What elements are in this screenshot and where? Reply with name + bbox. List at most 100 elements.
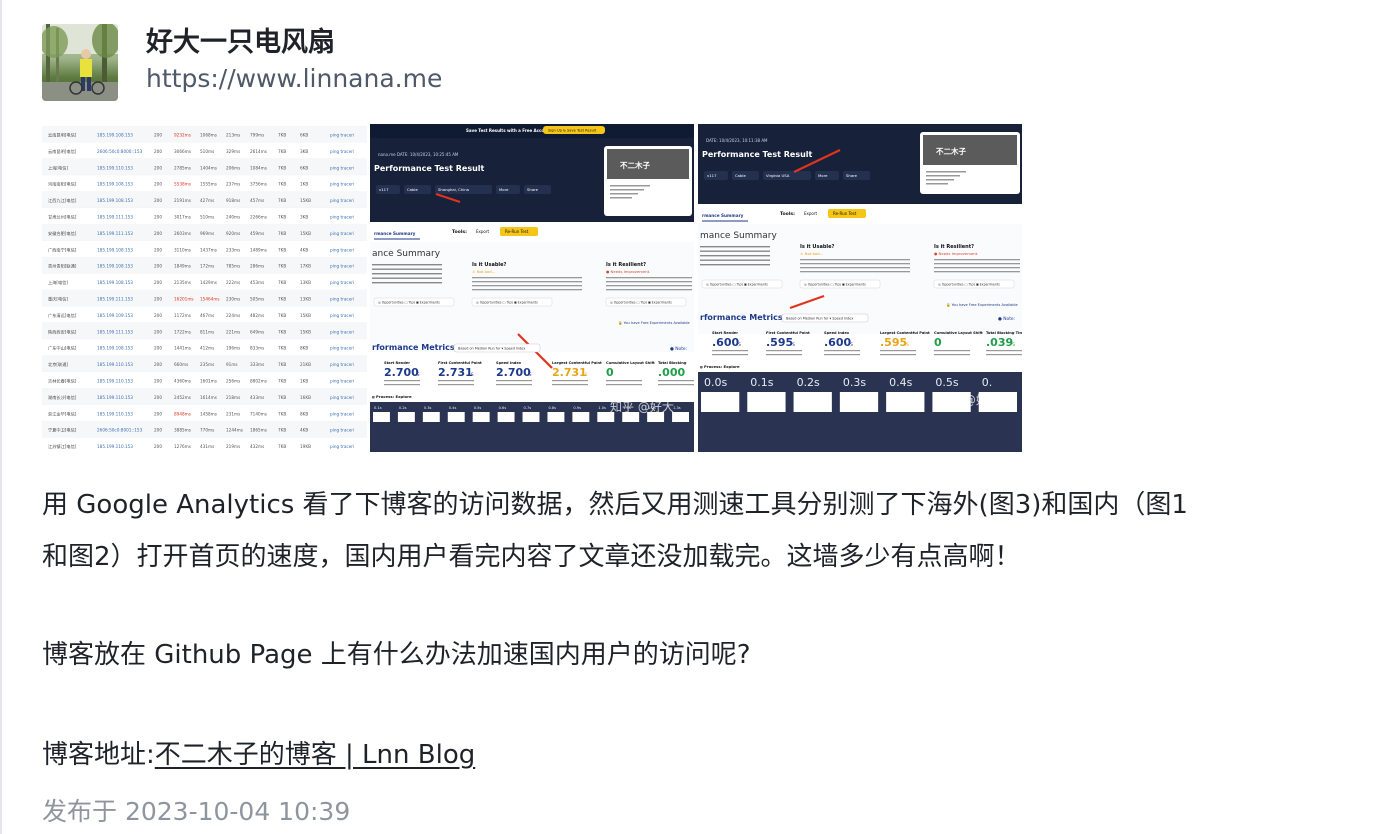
note-label: ● Note: xyxy=(670,346,687,352)
resilient-tag: ● Needs Improvement. xyxy=(934,251,978,256)
table-cell: 7KB xyxy=(278,215,286,220)
metric-desc-line xyxy=(712,354,748,356)
table-cell: 200 xyxy=(154,362,162,367)
blog-link[interactable]: 不二木子的博客 | Lnn Blog xyxy=(155,740,475,770)
table-cell: 江苏镇江[电信] xyxy=(48,443,77,450)
filmstrip-time: 0.3s xyxy=(843,376,866,389)
table-cell: 833ms xyxy=(250,346,264,351)
usable-line xyxy=(472,289,582,291)
rerun-button-label: Re-Run Test xyxy=(505,229,529,234)
table-cell: 482ms xyxy=(250,313,264,318)
test-chip-label: Shanghai, China xyxy=(438,187,469,192)
resilient-title: Is it Resilient? xyxy=(934,244,974,250)
metric-desc-line xyxy=(880,354,916,356)
table-cell: ping traceri xyxy=(330,149,354,154)
free-experiments: 🔒 You have Free Experiments Available xyxy=(618,320,691,325)
metric-desc-line xyxy=(658,380,694,382)
metric-desc-line xyxy=(712,350,748,352)
post-text-question: 博客放在 Github Page 上有什么办法加速国内用户的访问呢? xyxy=(42,640,751,670)
page-preview-title: 不二木子 xyxy=(936,146,966,156)
table-cell: 510ms xyxy=(200,149,214,154)
table-cell: ping traceri xyxy=(330,428,354,433)
table-cell: 7140ms xyxy=(250,411,267,416)
table-cell: 240ms xyxy=(226,215,240,220)
post-image-3[interactable]: DATE: 10/4/2023, 10:11:38 AM Performance … xyxy=(698,124,1022,452)
author-name[interactable]: 好大一只电风扇 xyxy=(146,20,335,59)
author-url[interactable]: https://www.linnana.me xyxy=(146,64,442,93)
metric-unit: S xyxy=(585,372,588,377)
table-cell: 200 xyxy=(154,264,162,269)
table-cell: 7KB xyxy=(278,133,286,138)
table-cell: 4KB xyxy=(300,247,308,252)
table-cell: 649ms xyxy=(250,329,264,334)
table-cell: 15KB xyxy=(300,313,311,318)
avatar[interactable] xyxy=(42,24,118,101)
filmstrip-time: 0. xyxy=(982,376,993,389)
table-cell: 200 xyxy=(154,182,162,187)
table-cell: 200 xyxy=(154,149,162,154)
metric-value: .600 xyxy=(712,336,739,349)
table-cell: 8948ms xyxy=(174,411,191,416)
metric-desc-line xyxy=(606,380,642,382)
filmstrip-frame xyxy=(793,392,832,412)
table-cell: 1084ms xyxy=(250,165,267,170)
table-cell: 969ms xyxy=(200,231,214,236)
table-cell: 7KB xyxy=(278,411,286,416)
table-cell: 1KB xyxy=(300,379,308,384)
table-cell: 453ms xyxy=(250,280,264,285)
table-cell: 1276ms xyxy=(174,444,191,449)
table-cell: 8KB xyxy=(300,346,308,351)
table-cell: 185.199.108.153 xyxy=(97,182,133,187)
table-cell: 7KB xyxy=(278,297,286,302)
table-cell: 1KB xyxy=(300,182,308,187)
table-cell: 7KB xyxy=(278,280,286,285)
table-cell: 185.199.110.153 xyxy=(97,444,133,449)
metric-desc-line xyxy=(766,350,802,352)
table-cell: 17KB xyxy=(300,264,311,269)
metric-label: Largest Contentful Paint xyxy=(552,361,602,365)
table-cell: 433ms xyxy=(250,395,264,400)
table-cell: 91ms xyxy=(226,362,238,367)
table-cell: 785ms xyxy=(226,264,240,269)
table-cell: 185.199.110.153 xyxy=(97,411,133,416)
table-cell: 172ms xyxy=(200,264,214,269)
table-cell: 660ms xyxy=(174,362,188,367)
table-cell: 16KB xyxy=(300,395,311,400)
table-cell: ping traceri xyxy=(330,379,354,384)
metric-desc-line xyxy=(606,384,642,386)
usable-title: Is it Usable? xyxy=(800,244,835,250)
page-preview-line xyxy=(926,175,960,177)
usable-title: Is it Usable? xyxy=(472,262,507,268)
filmstrip-time: 0.9s xyxy=(573,406,581,410)
table-cell: 重庆[电信] xyxy=(48,296,68,303)
table-cell: 200 xyxy=(154,133,162,138)
table-cell: 湖南长沙[电信] xyxy=(48,394,77,401)
metric-unit: S xyxy=(850,342,853,347)
table-cell: 1614ms xyxy=(200,395,217,400)
table-cell: 2614ms xyxy=(250,149,267,154)
table-cell: 3756ms xyxy=(250,182,267,187)
table-cell: 15KB xyxy=(300,198,311,203)
table-cell: 200 xyxy=(154,280,162,285)
table-cell: 上海[电信] xyxy=(48,164,68,171)
export-button: Export xyxy=(476,229,490,234)
metric-desc-line xyxy=(384,380,420,382)
test-chip-label: More xyxy=(818,173,828,178)
table-cell: 457ms xyxy=(250,198,264,203)
filmstrip-time: 0.8s xyxy=(548,406,556,410)
metric-desc-line xyxy=(880,350,916,352)
table-cell: 13KB xyxy=(300,280,311,285)
table-cell: 185.199.108.153 xyxy=(97,247,133,252)
opportunities-label: ◎ Opportunities ▢ Tips ◼ Experiments xyxy=(706,283,768,287)
summary-line xyxy=(372,282,442,284)
post-image-2[interactable]: Save Test Results with a Free Account Sig… xyxy=(370,124,694,452)
summary-line xyxy=(372,273,442,275)
post-image-1[interactable]: 云南昆明[电信] 185.199.108.153 200 9232ms 1068ms 21… xyxy=(42,124,367,452)
table-cell: 1865ms xyxy=(250,428,267,433)
test-chip-label: Share xyxy=(846,173,858,178)
table-cell: 200 xyxy=(154,231,162,236)
table-cell: 2606:50c0:8001::153 xyxy=(97,428,143,433)
metric-desc-line xyxy=(986,350,1022,352)
table-cell: 9232ms xyxy=(174,133,191,138)
metrics-title: rformance Metrics xyxy=(372,343,455,352)
